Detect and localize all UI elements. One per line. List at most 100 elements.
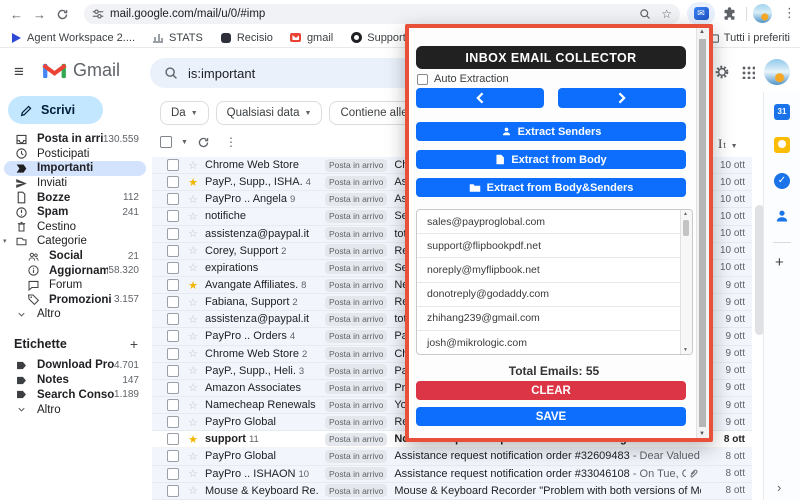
browser-profile-avatar[interactable] [753,4,772,23]
sidebar-item-more[interactable]: Altro [0,307,152,322]
scrollbar-thumb[interactable] [683,220,689,236]
sidebar-item-updates[interactable]: Aggiornamenti58.320 [0,263,152,278]
sidebar-item-snoozed[interactable]: Posticipati [0,147,152,162]
sidebar-item-social[interactable]: Social21 [0,249,152,264]
email-row[interactable]: ☆ Mouse & Keyboard Re. Posta in arrivo M… [152,483,752,500]
settings-gear-icon[interactable] [714,64,730,80]
star-icon[interactable]: ☆ [186,347,200,360]
sidebar-item-forums[interactable]: Forum [0,278,152,293]
inbox-collector-extension-icon[interactable]: ✉ [687,2,715,25]
email-row[interactable]: ☆ PayPro Global Posta in arrivo Assistan… [152,448,752,465]
row-checkbox[interactable] [167,262,179,274]
select-all-checkbox[interactable] [160,136,172,148]
sidebar-item-spam[interactable]: Spam241 [0,205,152,220]
star-icon[interactable]: ☆ [186,159,200,172]
star-icon[interactable]: ☆ [186,227,200,240]
row-checkbox[interactable] [167,382,179,394]
bookmark-recisio[interactable]: Recisio [220,32,273,44]
scroll-down-arrow-icon[interactable]: ▼ [683,347,688,353]
row-checkbox[interactable] [167,485,179,497]
row-checkbox[interactable] [167,228,179,240]
more-options-icon[interactable]: ⋮ [225,135,237,149]
row-checkbox[interactable] [167,399,179,411]
sidebar-label-download-protect[interactable]: Download Prote...4.701 [0,358,152,373]
star-icon[interactable]: ★ [186,279,200,292]
star-icon[interactable]: ☆ [186,467,200,480]
scroll-up-arrow-icon[interactable]: ▲ [683,211,688,217]
auto-extraction-checkbox[interactable] [417,74,428,85]
star-icon[interactable]: ☆ [186,313,200,326]
scroll-down-arrow-icon[interactable]: ▼ [699,431,705,437]
sidebar-labels-more[interactable]: Altro [0,402,152,417]
sidebar-item-important[interactable]: Importanti [4,161,146,176]
row-checkbox[interactable] [167,245,179,257]
star-icon[interactable]: ☆ [186,261,200,274]
scrollbar-thumb[interactable] [699,39,706,427]
sidebar-label-notes[interactable]: Notes147 [0,373,152,388]
forward-icon[interactable]: → [33,7,46,22]
browser-menu-icon[interactable]: ⋮ [783,5,796,21]
address-bar[interactable]: mail.google.com/mail/u/0/#imp ☆ [84,4,680,24]
filter-chip-from[interactable]: Da▼ [160,101,209,125]
scroll-up-arrow-icon[interactable]: ▲ [699,29,705,35]
sidebar-item-categories[interactable]: ▾ Categorie [0,234,152,249]
star-icon[interactable]: ☆ [186,416,200,429]
bookmark-star-icon[interactable]: ☆ [661,7,672,21]
bookmark-agent-workspace[interactable]: Agent Workspace 2.... [10,32,135,44]
sidebar-item-inbox[interactable]: Posta in arrivo130.559 [0,132,152,147]
prev-page-button[interactable] [416,88,544,108]
star-icon[interactable]: ☆ [186,193,200,206]
filter-chip-date[interactable]: Qualsiasi data▼ [216,101,323,125]
search-icon[interactable] [164,66,178,80]
extract-from-body-senders-button[interactable]: Extract from Body&Senders [416,178,686,197]
star-icon[interactable]: ☆ [186,484,200,497]
row-checkbox[interactable] [167,468,179,480]
star-icon[interactable]: ☆ [186,450,200,463]
sidebar-item-sent[interactable]: Inviati [0,176,152,191]
email-row[interactable]: ☆ PayPro .. ISHAON10 Posta in arrivo Ass… [152,466,752,483]
zoom-icon[interactable] [639,8,651,20]
next-page-chevron-icon[interactable]: › [777,480,781,495]
next-page-button[interactable] [558,88,686,108]
star-icon[interactable]: ☆ [186,381,200,394]
select-dropdown-icon[interactable]: ▼ [181,139,188,146]
row-checkbox[interactable] [167,193,179,205]
main-menu-icon[interactable]: ≡ [14,62,24,82]
contacts-icon[interactable] [774,208,790,224]
sidebar-label-search-console[interactable]: Search Console1.189 [0,388,152,403]
clear-button[interactable]: CLEAR [416,381,686,400]
star-icon[interactable]: ★ [186,176,200,189]
extensions-puzzle-icon[interactable] [722,6,737,21]
extract-from-body-button[interactable]: Extract from Body [416,150,686,169]
bookmark-stats[interactable]: STATS [152,32,203,44]
reload-icon[interactable] [56,8,69,21]
star-icon[interactable]: ☆ [186,296,200,309]
collected-emails-list[interactable]: sales@payproglobal.com support@flipbookp… [416,209,693,355]
star-icon[interactable]: ☆ [186,399,200,412]
compose-button[interactable]: Scrivi [8,96,103,124]
add-label-icon[interactable]: + [130,336,138,352]
row-checkbox[interactable] [167,450,179,462]
all-bookmarks-button[interactable]: Tutti i preferiti [706,32,790,44]
sidebar-item-drafts[interactable]: Bozze112 [0,190,152,205]
popup-scrollbar[interactable]: ▲ ▼ [696,28,709,438]
row-checkbox[interactable] [167,433,179,445]
row-checkbox[interactable] [167,330,179,342]
row-checkbox[interactable] [167,416,179,428]
row-checkbox[interactable] [167,348,179,360]
row-checkbox[interactable] [167,296,179,308]
row-checkbox[interactable] [167,210,179,222]
keep-icon[interactable] [774,137,790,153]
star-icon[interactable]: ☆ [186,210,200,223]
star-icon[interactable]: ☆ [186,244,200,257]
expand-caret-icon[interactable]: ▾ [3,237,7,245]
refresh-icon[interactable] [197,136,210,149]
google-apps-grid-icon[interactable] [741,65,755,79]
row-checkbox[interactable] [167,313,179,325]
input-tools-icon[interactable]: It▼ [718,136,738,152]
emails-list-scrollbar[interactable]: ▲ ▼ [680,210,692,354]
tasks-icon[interactable]: ✓ [774,173,790,189]
row-checkbox[interactable] [167,176,179,188]
extract-senders-button[interactable]: Extract Senders [416,122,686,141]
star-icon[interactable]: ★ [186,433,200,446]
